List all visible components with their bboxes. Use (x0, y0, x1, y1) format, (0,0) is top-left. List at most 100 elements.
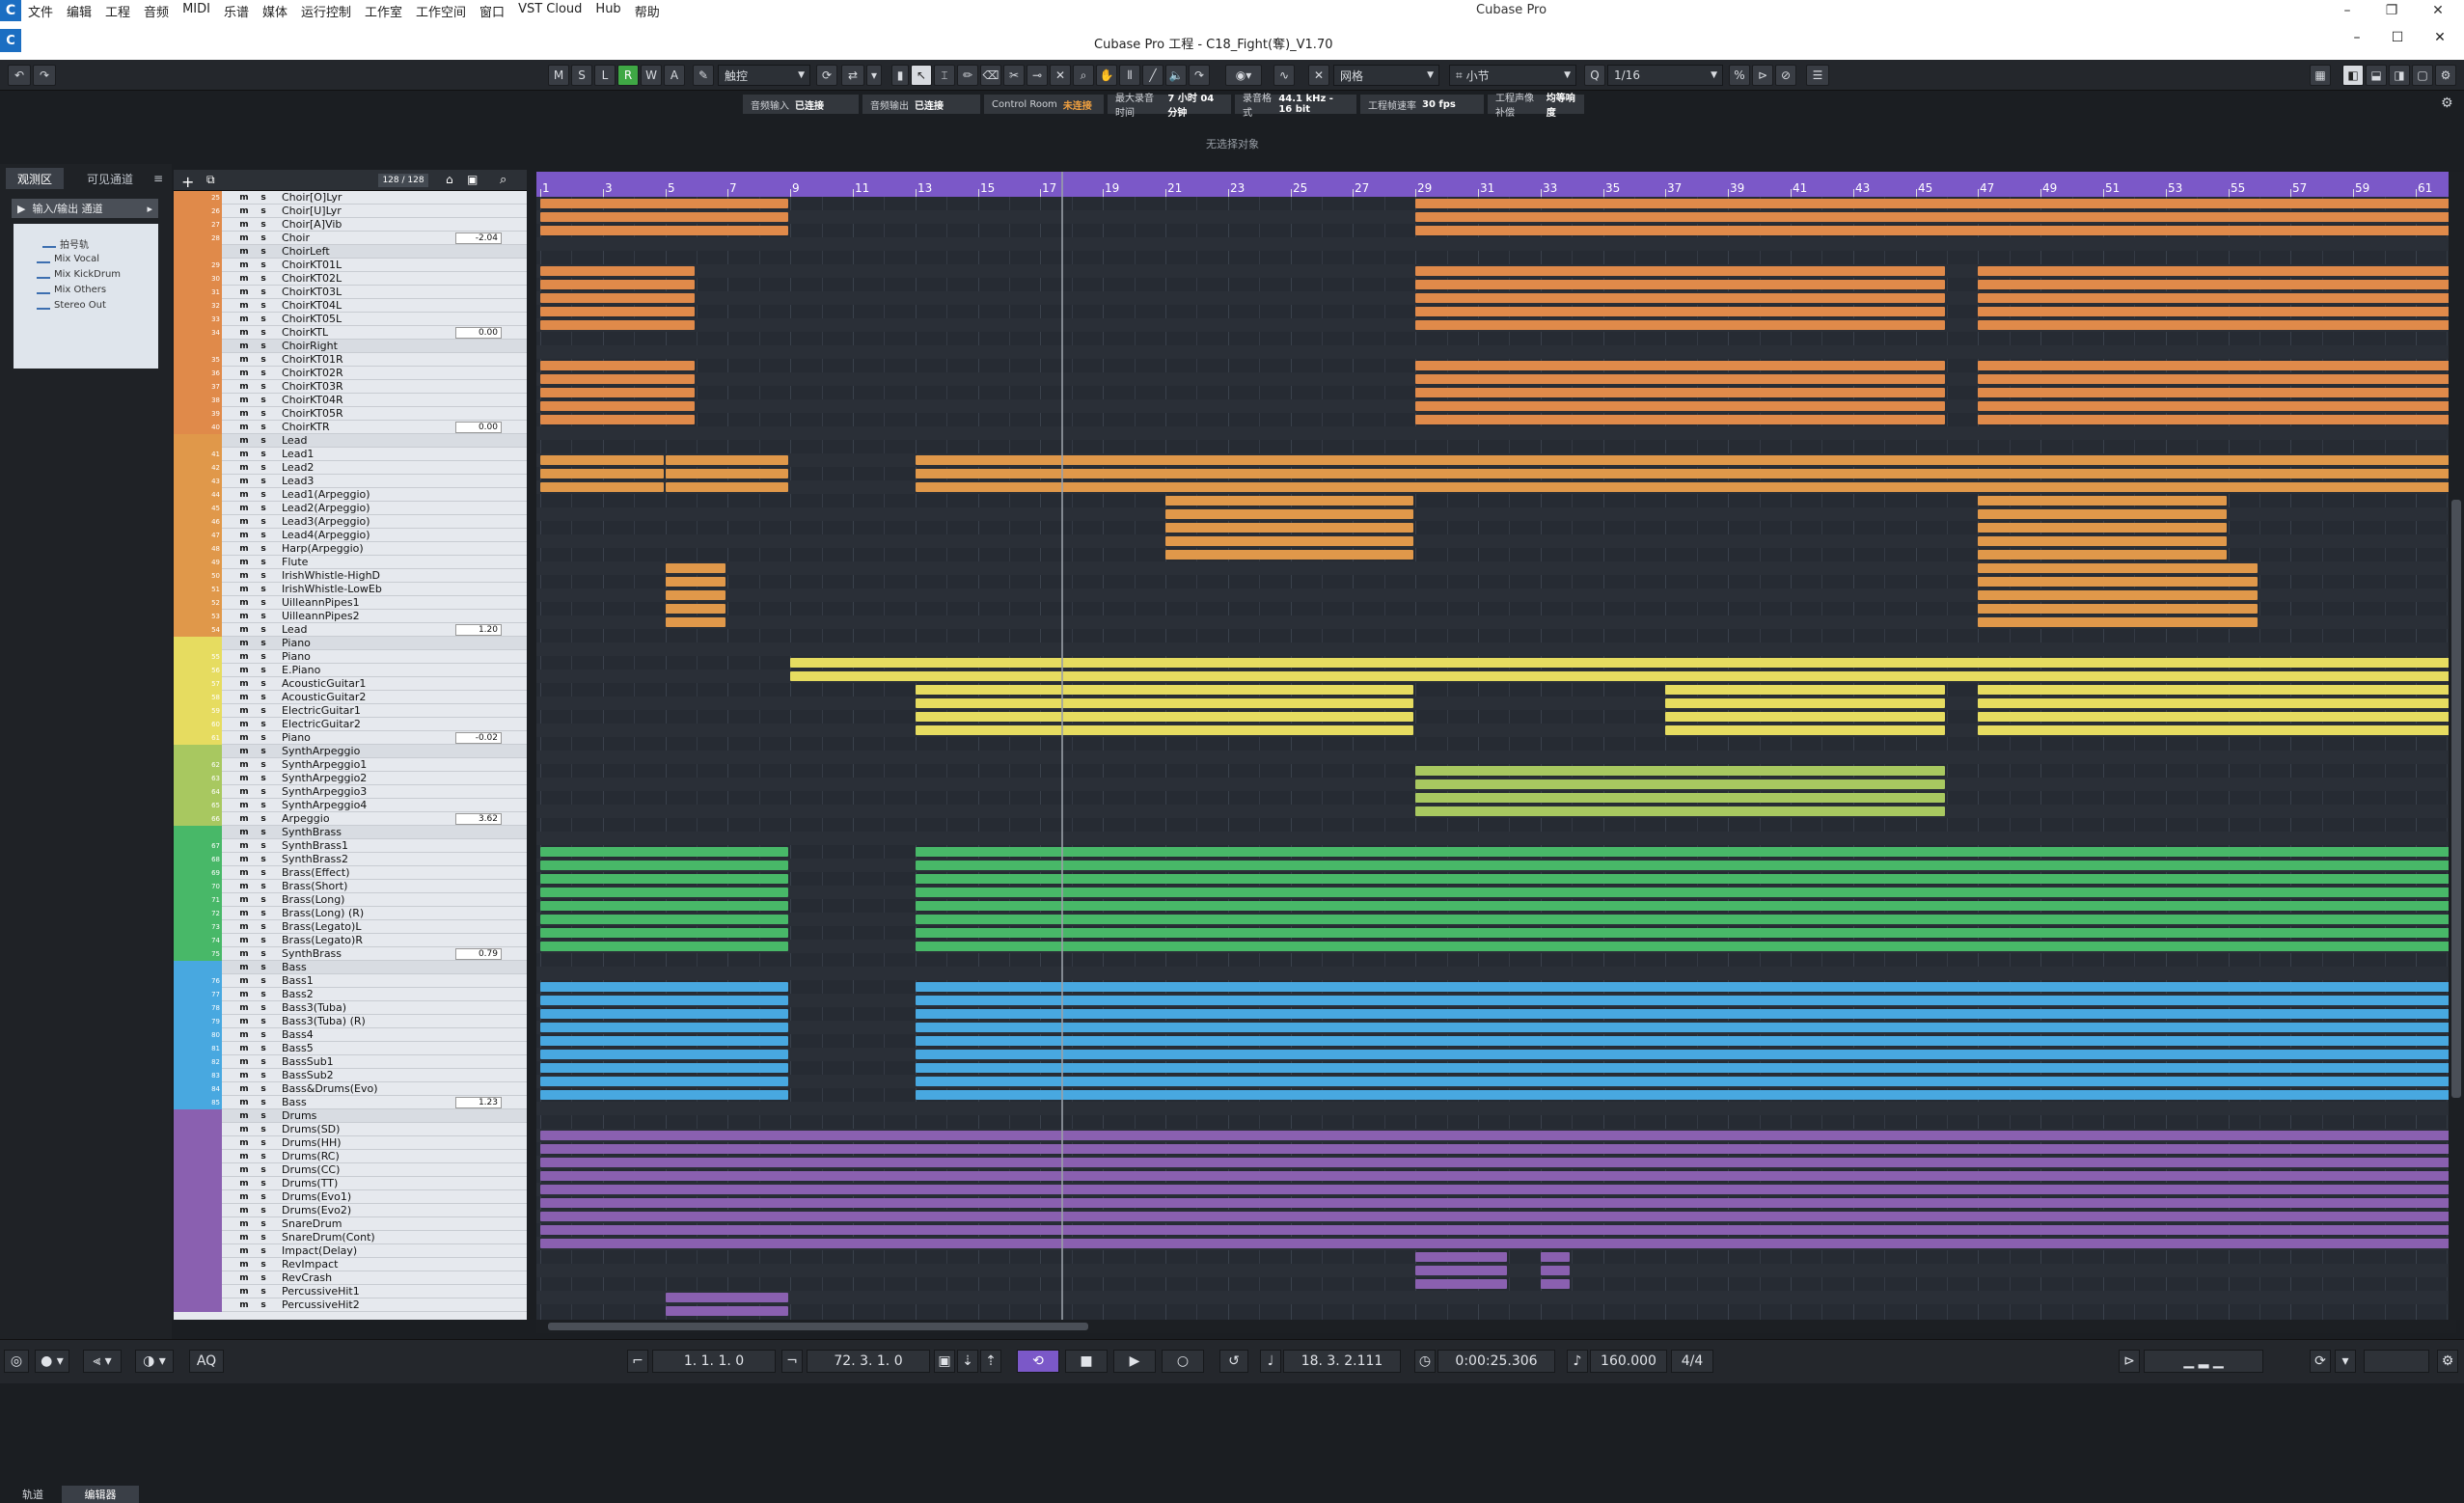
right-locator-icon[interactable]: ¬ (781, 1350, 803, 1373)
quantize-select[interactable]: 1/16 ▼ (1607, 65, 1723, 86)
play-tool-icon[interactable]: 🔈 (1165, 65, 1187, 86)
event-part[interactable] (790, 658, 2456, 668)
lower-zone-toggle-icon[interactable]: ⬓ (2366, 65, 2387, 86)
marker-icon[interactable]: ⊳ (2119, 1350, 2140, 1373)
window-layout-icon[interactable]: ▦ (2310, 65, 2331, 86)
mute-button[interactable]: m (237, 232, 251, 244)
track-name[interactable]: Drums(Evo2) (282, 1204, 351, 1217)
right-locator-field[interactable]: 72. 3. 1. 0 (807, 1350, 930, 1373)
track-lane[interactable] (536, 859, 2456, 872)
event-part[interactable] (1665, 712, 1945, 722)
menu-item-4[interactable]: MIDI (176, 2, 217, 20)
track-name[interactable]: Lead (282, 623, 307, 637)
track-lane[interactable] (536, 197, 2456, 210)
event-part[interactable] (916, 1036, 2456, 1046)
event-part[interactable] (1978, 617, 2258, 627)
event-part[interactable] (1165, 523, 1413, 533)
solo-button[interactable]: s (257, 746, 270, 757)
mute-button[interactable]: m (237, 1191, 251, 1203)
mute-button[interactable]: m (237, 638, 251, 649)
search-icon[interactable]: ⌕ (500, 173, 517, 188)
mute-button[interactable]: m (237, 935, 251, 946)
mute-button[interactable]: m (237, 1164, 251, 1176)
track-name[interactable]: AcousticGuitar2 (282, 691, 366, 704)
read-automation-button[interactable]: R (617, 65, 639, 86)
event-part[interactable] (1978, 550, 2227, 560)
event-part[interactable] (540, 847, 788, 857)
tab-inspector[interactable]: 观测区 (6, 168, 64, 189)
solo-button[interactable]: s (257, 192, 270, 204)
solo-button[interactable]: s (257, 1097, 270, 1108)
track-name[interactable]: Choir (282, 232, 310, 245)
solo-button[interactable]: s (257, 341, 270, 352)
track-row[interactable]: 63 m s SynthArpeggio2 (174, 772, 527, 785)
track-name[interactable]: Drums (282, 1109, 316, 1123)
track-row[interactable]: m s SynthArpeggio (174, 745, 527, 758)
solo-button[interactable]: s (257, 1272, 270, 1284)
track-lane[interactable] (536, 1102, 2456, 1115)
event-part[interactable] (540, 888, 788, 897)
solo-button[interactable]: s (257, 1232, 270, 1243)
event-part[interactable] (540, 280, 695, 289)
mute-button[interactable]: m (237, 1056, 251, 1068)
track-name[interactable]: Brass(Legato)R (282, 934, 363, 947)
io-channel-section[interactable]: ▶ 输入/输出 通道 ▸ (12, 199, 158, 218)
track-lane[interactable] (536, 724, 2456, 737)
track-name[interactable]: SnareDrum(Cont) (282, 1231, 375, 1244)
menu-item-8[interactable]: 工作室 (358, 2, 409, 20)
cycle-button[interactable]: ⟲ (1017, 1350, 1059, 1373)
track-row[interactable]: 43 m s Lead3 (174, 475, 527, 488)
track-lane[interactable] (536, 453, 2456, 467)
track-row[interactable]: 64 m s SynthArpeggio3 (174, 785, 527, 799)
track-name[interactable]: Brass(Long) (282, 893, 344, 907)
event-part[interactable] (916, 712, 1413, 722)
solo-button[interactable]: s (257, 1124, 270, 1135)
mute-button[interactable]: m (237, 503, 251, 514)
event-part[interactable] (916, 482, 2456, 492)
track-name[interactable]: Brass(Effect) (282, 866, 350, 880)
mute-button[interactable]: m (237, 719, 251, 730)
track-row[interactable]: 35 m s ChoirKT01R (174, 353, 527, 367)
event-part[interactable] (540, 1185, 2456, 1194)
clock-icon[interactable]: ◷ (1414, 1350, 1436, 1373)
event-part[interactable] (1978, 388, 2456, 397)
mute-button[interactable]: m (237, 341, 251, 352)
track-name[interactable]: Piano (282, 731, 311, 745)
solo-button[interactable]: s (257, 705, 270, 717)
track-lane[interactable] (536, 575, 2456, 588)
info-item[interactable]: 工程帧速率 30 fps (1360, 95, 1484, 114)
track-row[interactable]: 58 m s AcousticGuitar2 (174, 691, 527, 704)
track-lane[interactable] (536, 1048, 2456, 1061)
track-row[interactable]: 27 m s Choir[A]Vib (174, 218, 527, 232)
event-part[interactable] (916, 982, 2456, 992)
play-button[interactable]: ▶ (1113, 1350, 1156, 1373)
track-lane[interactable] (536, 264, 2456, 278)
vertical-scrollbar[interactable] (2449, 172, 2464, 1320)
event-part[interactable] (540, 1239, 2456, 1248)
event-part[interactable] (540, 915, 788, 924)
tempo-field[interactable]: 160.000 (1590, 1350, 1667, 1373)
solo-button[interactable]: s (257, 205, 270, 217)
signature-field[interactable]: 4/4 (1671, 1350, 1713, 1373)
track-name[interactable]: Brass(Long) (R) (282, 907, 364, 920)
track-lane[interactable] (536, 359, 2456, 372)
event-part[interactable] (1165, 536, 1413, 546)
left-locator-icon[interactable]: ⌐ (627, 1350, 648, 1373)
event-part[interactable] (916, 901, 2456, 911)
track-lane[interactable] (536, 1237, 2456, 1250)
object-select-icon[interactable]: ▮ (891, 65, 909, 86)
mute-button[interactable]: m (237, 395, 251, 406)
horizontal-scroll-thumb[interactable] (548, 1323, 1088, 1330)
event-part[interactable] (916, 1050, 2456, 1059)
track-name[interactable]: Choir[O]Lyr (282, 191, 342, 205)
solo-button[interactable]: s (257, 1178, 270, 1189)
event-part[interactable] (1978, 725, 2456, 735)
track-name[interactable]: ChoirKT01L (282, 259, 342, 272)
mute-button[interactable]: m (237, 1218, 251, 1230)
event-part[interactable] (1415, 293, 1945, 303)
event-part[interactable] (1978, 563, 2258, 573)
track-row[interactable]: 46 m s Lead3(Arpeggio) (174, 515, 527, 529)
timeline-ruler[interactable]: 1 3 5 7 9 11 13 15 17 19 21 23 25 27 29 31 33 35 37 39 41 43 4… (536, 172, 2456, 197)
event-part[interactable] (1415, 1279, 1507, 1289)
event-part[interactable] (540, 996, 788, 1005)
